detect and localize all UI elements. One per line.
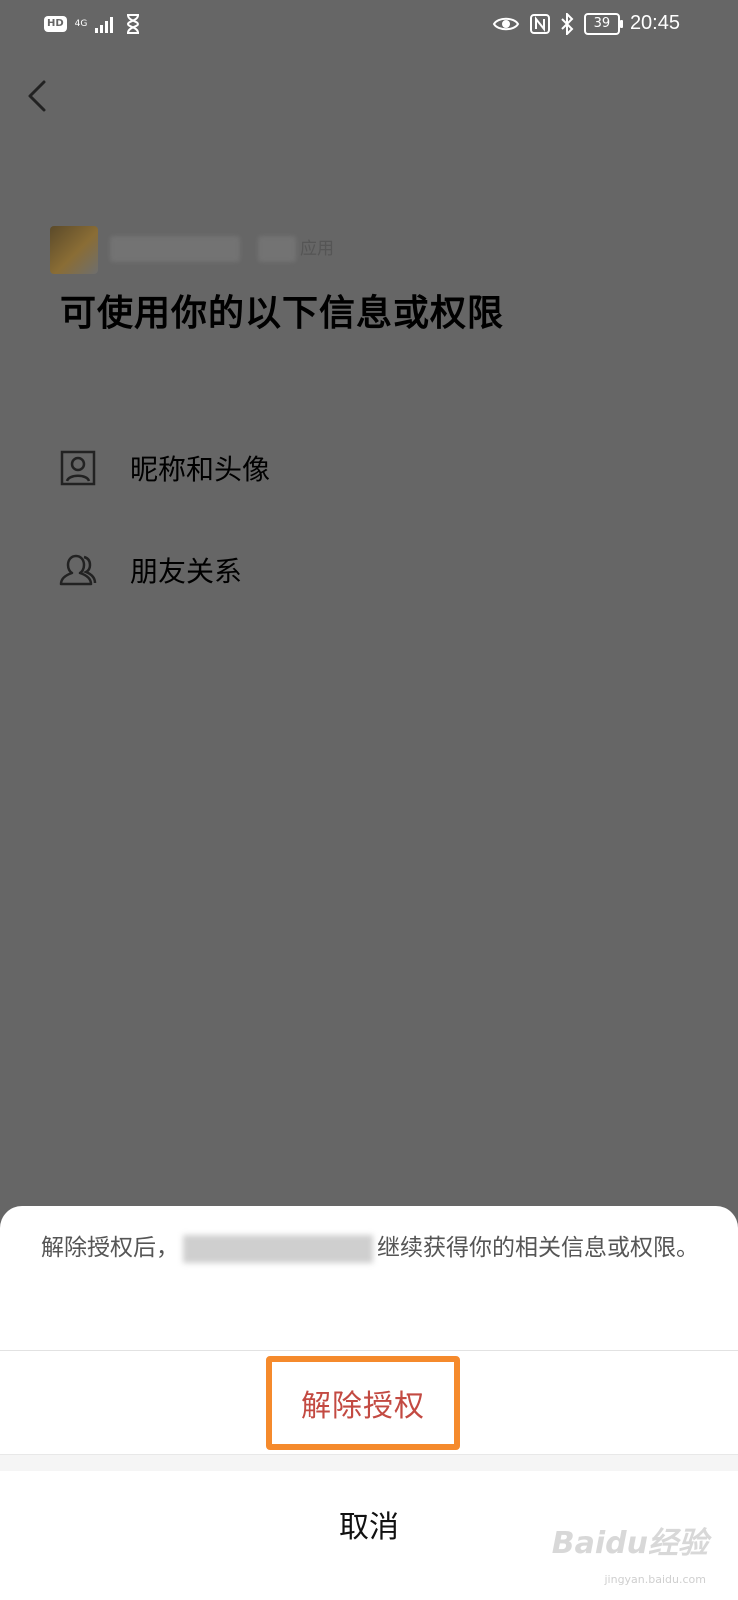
revoke-notice: 解除授权后， 继续获得你的相关信息或权限。 [40, 1228, 700, 1268]
nfc-icon [529, 13, 550, 34]
action-sheet: 解除授权后， 继续获得你的相关信息或权限。 解除授权 取消 Baidu经验 jin… [0, 1206, 738, 1600]
chevron-left-icon [28, 80, 46, 112]
profile-card-icon [60, 450, 96, 486]
status-bar: HD 4G 39 20:45 [0, 0, 738, 52]
page-title: 可使用你的以下信息或权限 [60, 293, 505, 334]
status-left: HD 4G [44, 14, 141, 34]
app-avatar [50, 226, 98, 274]
permission-item-friends: 朋友关系 [58, 544, 242, 596]
network-type: 4G [74, 18, 88, 29]
baidu-watermark: Baidu经验 [551, 1526, 708, 1561]
app-name-suffix: 应用 [300, 239, 334, 259]
status-right: 39 20:45 [492, 12, 680, 35]
permission-item-profile: 昵称和头像 [58, 442, 270, 494]
redacted-app-name [110, 236, 240, 262]
friends-icon [59, 554, 97, 586]
back-button[interactable] [22, 76, 58, 116]
battery-icon: 39 [583, 12, 623, 35]
signal-icon [95, 17, 114, 33]
divider-band [0, 1454, 738, 1471]
redacted-app-name-2 [258, 236, 296, 262]
redacted-app-name-notice [183, 1234, 373, 1263]
battery-level: 39 [593, 15, 611, 31]
bluetooth-icon [561, 12, 574, 35]
permission-label: 昵称和头像 [130, 453, 271, 486]
notice-start: 解除授权后， [41, 1235, 179, 1261]
watermark-url: jingyan.baidu.com [604, 1573, 706, 1586]
hd-badge: HD [44, 16, 67, 32]
permission-label: 朋友关系 [130, 555, 243, 588]
eye-icon [492, 17, 520, 30]
notice-end: 继续获得你的相关信息或权限。 [377, 1235, 699, 1261]
divider [0, 1350, 738, 1351]
revoke-authorization-button[interactable]: 解除授权 [266, 1356, 460, 1450]
hourglass-icon [127, 14, 140, 34]
clock: 20:45 [629, 12, 680, 34]
